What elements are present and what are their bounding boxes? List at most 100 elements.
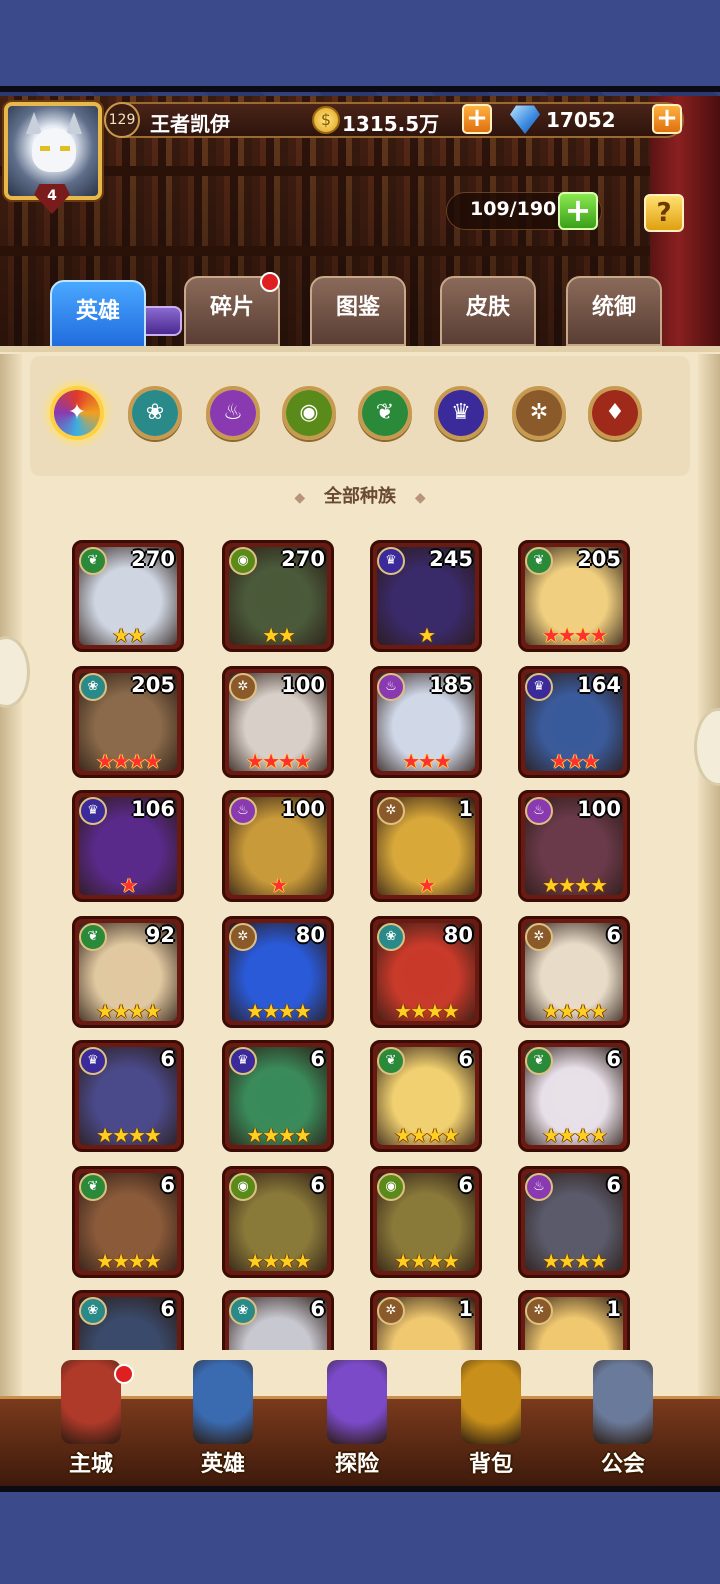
hero-face: [551, 573, 599, 621]
hero-level: 92: [145, 923, 175, 947]
hero-face: [551, 699, 599, 747]
hero-card[interactable]: ✲ 6 ★★★★: [518, 916, 630, 1028]
hero-card[interactable]: ♛ 6 ★★★★: [72, 1040, 184, 1152]
hero-card[interactable]: ♛ 6 ★★★★: [222, 1040, 334, 1152]
hero-card[interactable]: ✲ 1 ★: [370, 790, 482, 902]
nav-label: 主城: [68, 1452, 113, 1477]
hero-face: [551, 1073, 599, 1121]
hero-card[interactable]: ♛ 106 ★: [72, 790, 184, 902]
hero-face: [105, 573, 153, 621]
hero-card[interactable]: ✲ 1: [518, 1290, 630, 1350]
hero-level: 6: [160, 1173, 175, 1197]
hero-stars: ★★★: [550, 749, 600, 773]
hero-card[interactable]: ♨ 185 ★★★: [370, 666, 482, 778]
hero-card[interactable]: ♨ 100 ★: [222, 790, 334, 902]
hero-face: [403, 1199, 451, 1247]
nav-label: 英雄: [200, 1452, 245, 1477]
hero-face: [255, 1199, 303, 1247]
hero-icon: [193, 1360, 253, 1444]
hero-stars: ★: [418, 623, 436, 647]
hero-stars: ★★★★: [394, 999, 460, 1023]
hero-card[interactable]: ❦ 6 ★★★★: [370, 1040, 482, 1152]
hero-faction-icon: ◉: [377, 1173, 405, 1201]
hero-card[interactable]: ❦ 270 ★★: [72, 540, 184, 652]
hero-face: [255, 1073, 303, 1121]
nav-item[interactable]: 探险: [302, 1360, 412, 1480]
hero-faction-icon: ◉: [229, 547, 257, 575]
hero-faction-icon: ✲: [525, 923, 553, 951]
hero-face: [105, 949, 153, 997]
hero-face: [255, 699, 303, 747]
nav-item[interactable]: 背包: [436, 1360, 546, 1480]
hero-level: 6: [160, 1047, 175, 1071]
castle-icon: [61, 1360, 121, 1444]
hero-faction-icon: ✲: [229, 923, 257, 951]
hero-faction-icon: ♛: [525, 673, 553, 701]
hero-face: [403, 699, 451, 747]
nav-item[interactable]: 英雄: [168, 1360, 278, 1480]
hero-card[interactable]: ❦ 92 ★★★★: [72, 916, 184, 1028]
hero-level: 1: [458, 1297, 473, 1321]
hero-faction-icon: ❦: [79, 547, 107, 575]
hero-card[interactable]: ♨ 6 ★★★★: [518, 1166, 630, 1278]
hero-faction-icon: ❦: [79, 923, 107, 951]
hero-card[interactable]: ◉ 6 ★★★★: [222, 1166, 334, 1278]
hero-stars: ★★★★: [246, 749, 312, 773]
hero-card[interactable]: ◉ 270 ★★: [222, 540, 334, 652]
hero-face: [551, 823, 599, 871]
hero-face: [551, 1199, 599, 1247]
hero-stars: ★★★★: [542, 873, 608, 897]
hero-face: [255, 949, 303, 997]
hero-face: [105, 823, 153, 871]
hero-card[interactable]: ♛ 164 ★★★: [518, 666, 630, 778]
hero-stars: ★★★★: [96, 1123, 162, 1147]
hero-level: 6: [310, 1297, 325, 1321]
hero-card[interactable]: ◉ 6 ★★★★: [370, 1166, 482, 1278]
hero-card[interactable]: ✲ 1: [370, 1290, 482, 1350]
hero-card[interactable]: ❀ 6: [72, 1290, 184, 1350]
hero-stars: ★★★★: [96, 1249, 162, 1273]
hero-level: 106: [131, 797, 175, 821]
hero-card[interactable]: ♨ 100 ★★★★: [518, 790, 630, 902]
hero-faction-icon: ✲: [377, 1297, 405, 1325]
hero-collection-screen: 4 129 王者凯伊 $ 1315.5万 + 17052 + 109/190 +…: [0, 96, 720, 1486]
hero-faction-icon: ❀: [229, 1297, 257, 1325]
nav-item[interactable]: 公会: [568, 1360, 678, 1480]
hero-level: 100: [281, 673, 325, 697]
hero-level: 205: [577, 547, 621, 571]
castle-notification-dot: [114, 1364, 134, 1384]
hero-level: 6: [606, 1173, 621, 1197]
hero-face: [403, 823, 451, 871]
hero-card[interactable]: ❀ 80 ★★★★: [370, 916, 482, 1028]
hero-faction-icon: ❀: [377, 923, 405, 951]
hero-stars: ★★★★: [96, 999, 162, 1023]
nav-item[interactable]: 主城: [36, 1360, 146, 1480]
hero-face: [105, 1199, 153, 1247]
hero-stars: ★: [270, 873, 288, 897]
hero-faction-icon: ♨: [525, 1173, 553, 1201]
hero-stars: ★★★★: [542, 623, 608, 647]
hero-card[interactable]: ✲ 100 ★★★★: [222, 666, 334, 778]
hero-stars: ★★★★: [542, 1123, 608, 1147]
hero-stars: ★★★★: [96, 749, 162, 773]
screen: 4 129 王者凯伊 $ 1315.5万 + 17052 + 109/190 +…: [0, 0, 720, 1584]
nav-label: 背包: [468, 1452, 513, 1477]
hero-face: [551, 949, 599, 997]
hero-faction-icon: ❀: [79, 673, 107, 701]
hero-card[interactable]: ✲ 80 ★★★★: [222, 916, 334, 1028]
hero-card[interactable]: ❦ 205 ★★★★: [518, 540, 630, 652]
hero-face: [105, 699, 153, 747]
hero-faction-icon: ❦: [525, 1047, 553, 1075]
hero-face: [403, 573, 451, 621]
hero-card[interactable]: ❦ 6 ★★★★: [518, 1040, 630, 1152]
nav-label: 公会: [600, 1452, 645, 1477]
hero-level: 100: [577, 797, 621, 821]
hero-card[interactable]: ❀ 6: [222, 1290, 334, 1350]
hero-level: 6: [160, 1297, 175, 1321]
hero-card[interactable]: ♛ 245 ★: [370, 540, 482, 652]
hero-card[interactable]: ❀ 205 ★★★★: [72, 666, 184, 778]
hero-faction-icon: ❀: [79, 1297, 107, 1325]
hero-card[interactable]: ❦ 6 ★★★★: [72, 1166, 184, 1278]
hero-stars: ★★★★: [542, 1249, 608, 1273]
hero-level: 80: [443, 923, 473, 947]
